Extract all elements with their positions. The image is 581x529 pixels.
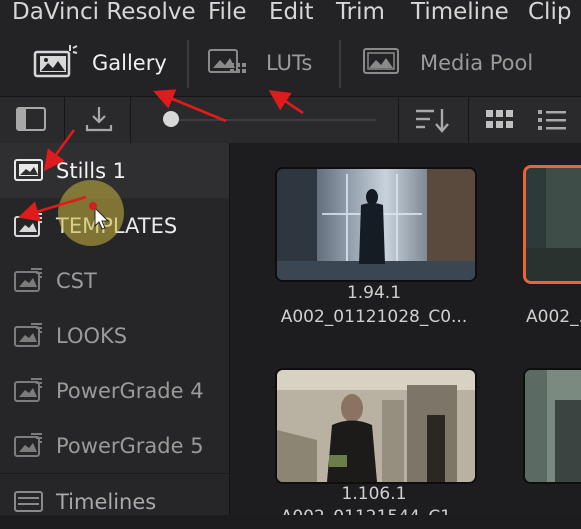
gallery-toolbar (0, 96, 581, 144)
gallery-icon (32, 41, 78, 85)
tab-gallery[interactable]: Gallery (32, 30, 167, 96)
app-menu[interactable]: DaVinci Resolve (12, 0, 196, 25)
toolbar-divider (468, 97, 469, 143)
still-thumbnail[interactable] (523, 368, 581, 484)
menu-timeline[interactable]: Timeline (411, 0, 509, 25)
toolbar-divider (398, 97, 399, 143)
stills-grid: 1.94.1 A002_01121028_C0... A002_... 1.10… (230, 143, 581, 515)
list-view-icon[interactable] (537, 108, 567, 136)
album-item-powergrade-5[interactable]: PowerGrade 5 (0, 418, 229, 473)
still-number: 1.94.1 (346, 283, 402, 303)
still-thumbnail[interactable] (275, 167, 477, 282)
sidebar-toggle-icon[interactable] (16, 107, 46, 135)
album-item-looks[interactable]: LOOKS (0, 308, 229, 363)
tab-media-pool[interactable]: Media Pool (360, 30, 533, 96)
still-number: 1.106.1 (341, 484, 407, 504)
menu-clip[interactable]: Clip (528, 0, 571, 25)
menu-trim[interactable]: Trim (336, 0, 385, 25)
powergrade-album-icon (14, 212, 44, 242)
mouse-cursor-icon (94, 206, 110, 235)
album-item-timelines[interactable]: Timelines (0, 474, 229, 529)
still-clip-name: A002_01121544_C1... (270, 507, 478, 515)
menu-bar: DaVinci Resolve File Edit Trim Timeline … (0, 0, 581, 30)
tab-divider (339, 40, 341, 88)
sort-icon[interactable] (414, 107, 450, 137)
zoom-slider-track[interactable] (170, 119, 376, 121)
still-clip-name: A002_... (526, 307, 581, 327)
album-item-powergrade-4[interactable]: PowerGrade 4 (0, 363, 229, 418)
album-label: PowerGrade 5 (56, 433, 204, 458)
timelines-album-icon (14, 488, 44, 518)
album-label: Timelines (56, 489, 157, 514)
tab-gallery-label: Gallery (92, 51, 167, 75)
album-label: PowerGrade 4 (56, 378, 204, 403)
tab-luts-label: LUTs (266, 51, 313, 75)
tab-divider (187, 40, 189, 88)
toolbar-divider (64, 97, 65, 143)
album-item-cst[interactable]: CST (0, 253, 229, 308)
powergrade-album-icon (14, 322, 44, 352)
media-pool-icon (360, 43, 404, 83)
album-label: CST (56, 268, 97, 293)
tab-luts[interactable]: LUTs (206, 30, 312, 96)
powergrade-album-icon (14, 267, 44, 297)
luts-icon (206, 43, 250, 83)
toolbar-divider (130, 97, 131, 143)
cursor-highlight (58, 180, 124, 246)
still-thumbnail-selected[interactable] (523, 165, 581, 284)
album-label: Stills 1 (56, 158, 127, 183)
click-indicator (89, 202, 97, 210)
powergrade-album-icon (14, 377, 44, 407)
menu-edit[interactable]: Edit (269, 0, 314, 25)
tab-media-pool-label: Media Pool (420, 51, 534, 75)
import-icon[interactable] (84, 105, 114, 137)
menu-file[interactable]: File (208, 0, 247, 25)
powergrade-album-icon (14, 432, 44, 462)
grid-view-icon[interactable] (485, 109, 515, 135)
still-thumbnail[interactable] (275, 368, 477, 484)
album-label: LOOKS (56, 323, 128, 348)
zoom-slider-handle[interactable] (163, 111, 179, 127)
panel-tab-bar: Gallery LUTs Media Pool (0, 30, 581, 96)
still-album-icon (14, 157, 44, 187)
still-clip-name: A002_01121028_C0... (280, 307, 468, 327)
